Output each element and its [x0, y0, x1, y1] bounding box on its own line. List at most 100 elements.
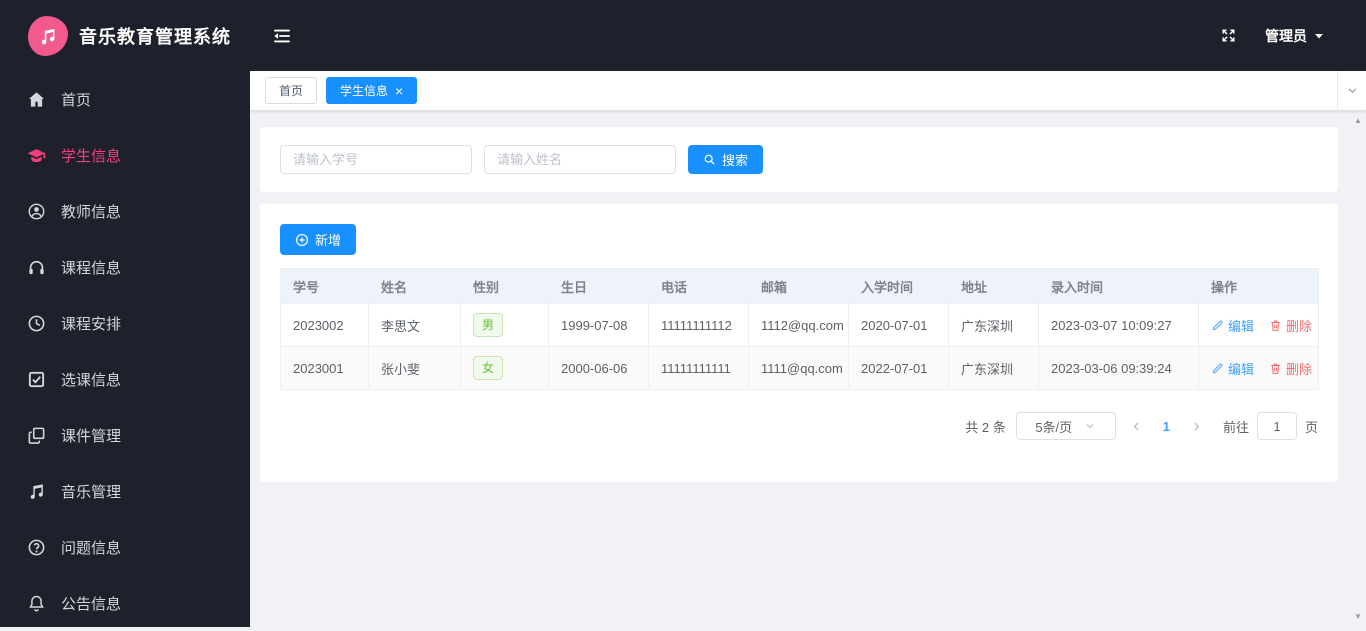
sidebar-item-4[interactable]: 课程信息 [0, 239, 250, 295]
column-header: 生日 [548, 268, 649, 304]
cell-student-id: 2023002 [280, 303, 369, 347]
hamburger-icon[interactable] [272, 26, 292, 46]
question-icon [27, 538, 46, 557]
column-header: 操作 [1198, 268, 1319, 304]
tab-label: 首页 [279, 84, 304, 98]
sidebar-item-7[interactable]: 课件管理 [0, 407, 250, 463]
goto-page: 前往 页 [1223, 412, 1318, 440]
scrollbar[interactable]: ▲ ▼ [1351, 111, 1366, 627]
add-button-label: 新增 [315, 233, 342, 248]
scroll-up-icon[interactable]: ▲ [1354, 117, 1362, 125]
table-row: 2023002 李思文男 1999-07-08 11111111112 1112@qq.… [280, 303, 1319, 347]
add-button[interactable]: 新增 [280, 224, 357, 255]
tab-more-button[interactable] [1337, 71, 1366, 110]
tabs-bar: 首页 学生信息 × [250, 71, 1366, 111]
graduation-cap-icon [27, 146, 46, 165]
search-button[interactable]: 搜索 [688, 145, 764, 174]
sidebar-item-label: 选课信息 [61, 371, 122, 389]
gender-tag: 女 [473, 356, 504, 380]
cell-email: 1111@qq.com [748, 346, 849, 390]
page-size-select[interactable]: 5条/页 [1015, 412, 1116, 440]
sidebar-item-10[interactable]: 公告信息 [0, 575, 250, 631]
home-icon [27, 90, 46, 109]
cell-actions: 编辑 删除 [1198, 303, 1319, 347]
name-input[interactable] [484, 145, 676, 174]
table-header-row: 学号 姓名 性别 生日 电话 邮箱 入学时间 地址 录入时间 操作 [280, 268, 1319, 304]
cell-birthday: 2000-06-06 [548, 346, 649, 390]
column-header: 邮箱 [748, 268, 849, 304]
sidebar-item-label: 教师信息 [61, 203, 122, 221]
delete-button[interactable]: 删除 [1269, 359, 1312, 378]
sidebar-menu: 首页学生信息教师信息课程信息 课程安排选课信息课件管理音乐管理问题信息公告信息 [0, 71, 250, 631]
prev-page-icon[interactable] [1126, 420, 1147, 433]
page-number-1[interactable]: 1 [1157, 419, 1176, 434]
trash-icon [1269, 319, 1282, 332]
cell-enroll-date: 2020-07-01 [848, 303, 949, 347]
search-button-label: 搜索 [722, 153, 749, 168]
cell-enroll-date: 2022-07-01 [848, 346, 949, 390]
cell-created-at: 2023-03-07 10:09:27 [1038, 303, 1199, 347]
cell-phone: 11111111112 [648, 303, 749, 347]
pencil-icon [1211, 362, 1224, 375]
admin-dropdown[interactable]: 管理员 [1265, 26, 1324, 46]
goto-page-input[interactable] [1256, 412, 1297, 440]
cell-phone: 11111111111 [648, 346, 749, 390]
edit-button[interactable]: 编辑 [1211, 359, 1254, 378]
sidebar-item-2[interactable]: 学生信息 [0, 127, 250, 183]
tab-1[interactable]: 首页 [265, 77, 318, 104]
column-header: 电话 [648, 268, 749, 304]
tab-label: 学生信息 [340, 84, 389, 98]
cell-name: 张小斐 [368, 346, 461, 390]
tabs-container: 首页 学生信息 × [265, 77, 418, 104]
students-table: 学号 姓名 性别 生日 电话 邮箱 入学时间 地址 录入时间 操作 2023002 李思文男 1999… [280, 268, 1319, 390]
sidebar-item-3[interactable]: 教师信息 [0, 183, 250, 239]
trash-icon [1269, 362, 1282, 375]
caret-down-icon [1314, 31, 1324, 41]
search-panel: 搜索 [260, 127, 1338, 192]
sidebar: 首页学生信息教师信息课程信息 课程安排选课信息课件管理音乐管理问题信息公告信息 [0, 71, 250, 627]
music-note-logo-icon [28, 15, 68, 56]
cell-student-id: 2023001 [280, 346, 369, 390]
cell-email: 1112@qq.com [748, 303, 849, 347]
column-header: 地址 [948, 268, 1039, 304]
column-header: 学号 [280, 268, 369, 304]
clock-icon [27, 314, 46, 333]
close-icon[interactable]: × [395, 84, 403, 98]
scroll-down-icon[interactable]: ▼ [1354, 613, 1362, 621]
copy-icon [27, 426, 46, 445]
page-size-value: 5条/页 [1035, 419, 1073, 435]
sidebar-item-label: 课件管理 [61, 427, 122, 445]
fullscreen-icon[interactable] [1220, 27, 1237, 44]
gender-tag: 男 [473, 313, 504, 337]
plus-circle-icon [295, 233, 309, 247]
cell-address: 广东深圳 [948, 346, 1039, 390]
next-page-icon[interactable] [1186, 420, 1207, 433]
sidebar-item-label: 学生信息 [61, 147, 122, 165]
edit-button[interactable]: 编辑 [1211, 316, 1254, 335]
search-icon [703, 153, 716, 166]
logo-area: 音乐教育管理系统 [0, 15, 250, 56]
cell-name: 李思文 [368, 303, 461, 347]
column-header: 姓名 [368, 268, 461, 304]
table-row: 2023001 张小斐女 2000-06-06 11111111111 1111@qq.… [280, 346, 1319, 390]
page-unit-label: 页 [1304, 419, 1318, 435]
bell-icon [27, 594, 46, 613]
sidebar-item-9[interactable]: 问题信息 [0, 519, 250, 575]
delete-button[interactable]: 删除 [1269, 316, 1312, 335]
student-id-input[interactable] [280, 145, 472, 174]
headphones-icon [27, 258, 46, 277]
sidebar-item-label: 问题信息 [61, 539, 122, 557]
chevron-down-icon [1084, 420, 1096, 432]
column-header: 性别 [460, 268, 549, 304]
sidebar-item-1[interactable]: 首页 [0, 71, 250, 127]
tab-2[interactable]: 学生信息 × [326, 77, 418, 104]
sidebar-item-8[interactable]: 音乐管理 [0, 463, 250, 519]
cell-created-at: 2023-03-06 09:39:24 [1038, 346, 1199, 390]
sidebar-item-5[interactable]: 课程安排 [0, 295, 250, 351]
column-header: 入学时间 [848, 268, 949, 304]
cell-birthday: 1999-07-08 [548, 303, 649, 347]
cell-gender: 男 [460, 303, 549, 347]
sidebar-item-label: 公告信息 [61, 595, 122, 613]
admin-label: 管理员 [1265, 27, 1307, 44]
sidebar-item-6[interactable]: 选课信息 [0, 351, 250, 407]
